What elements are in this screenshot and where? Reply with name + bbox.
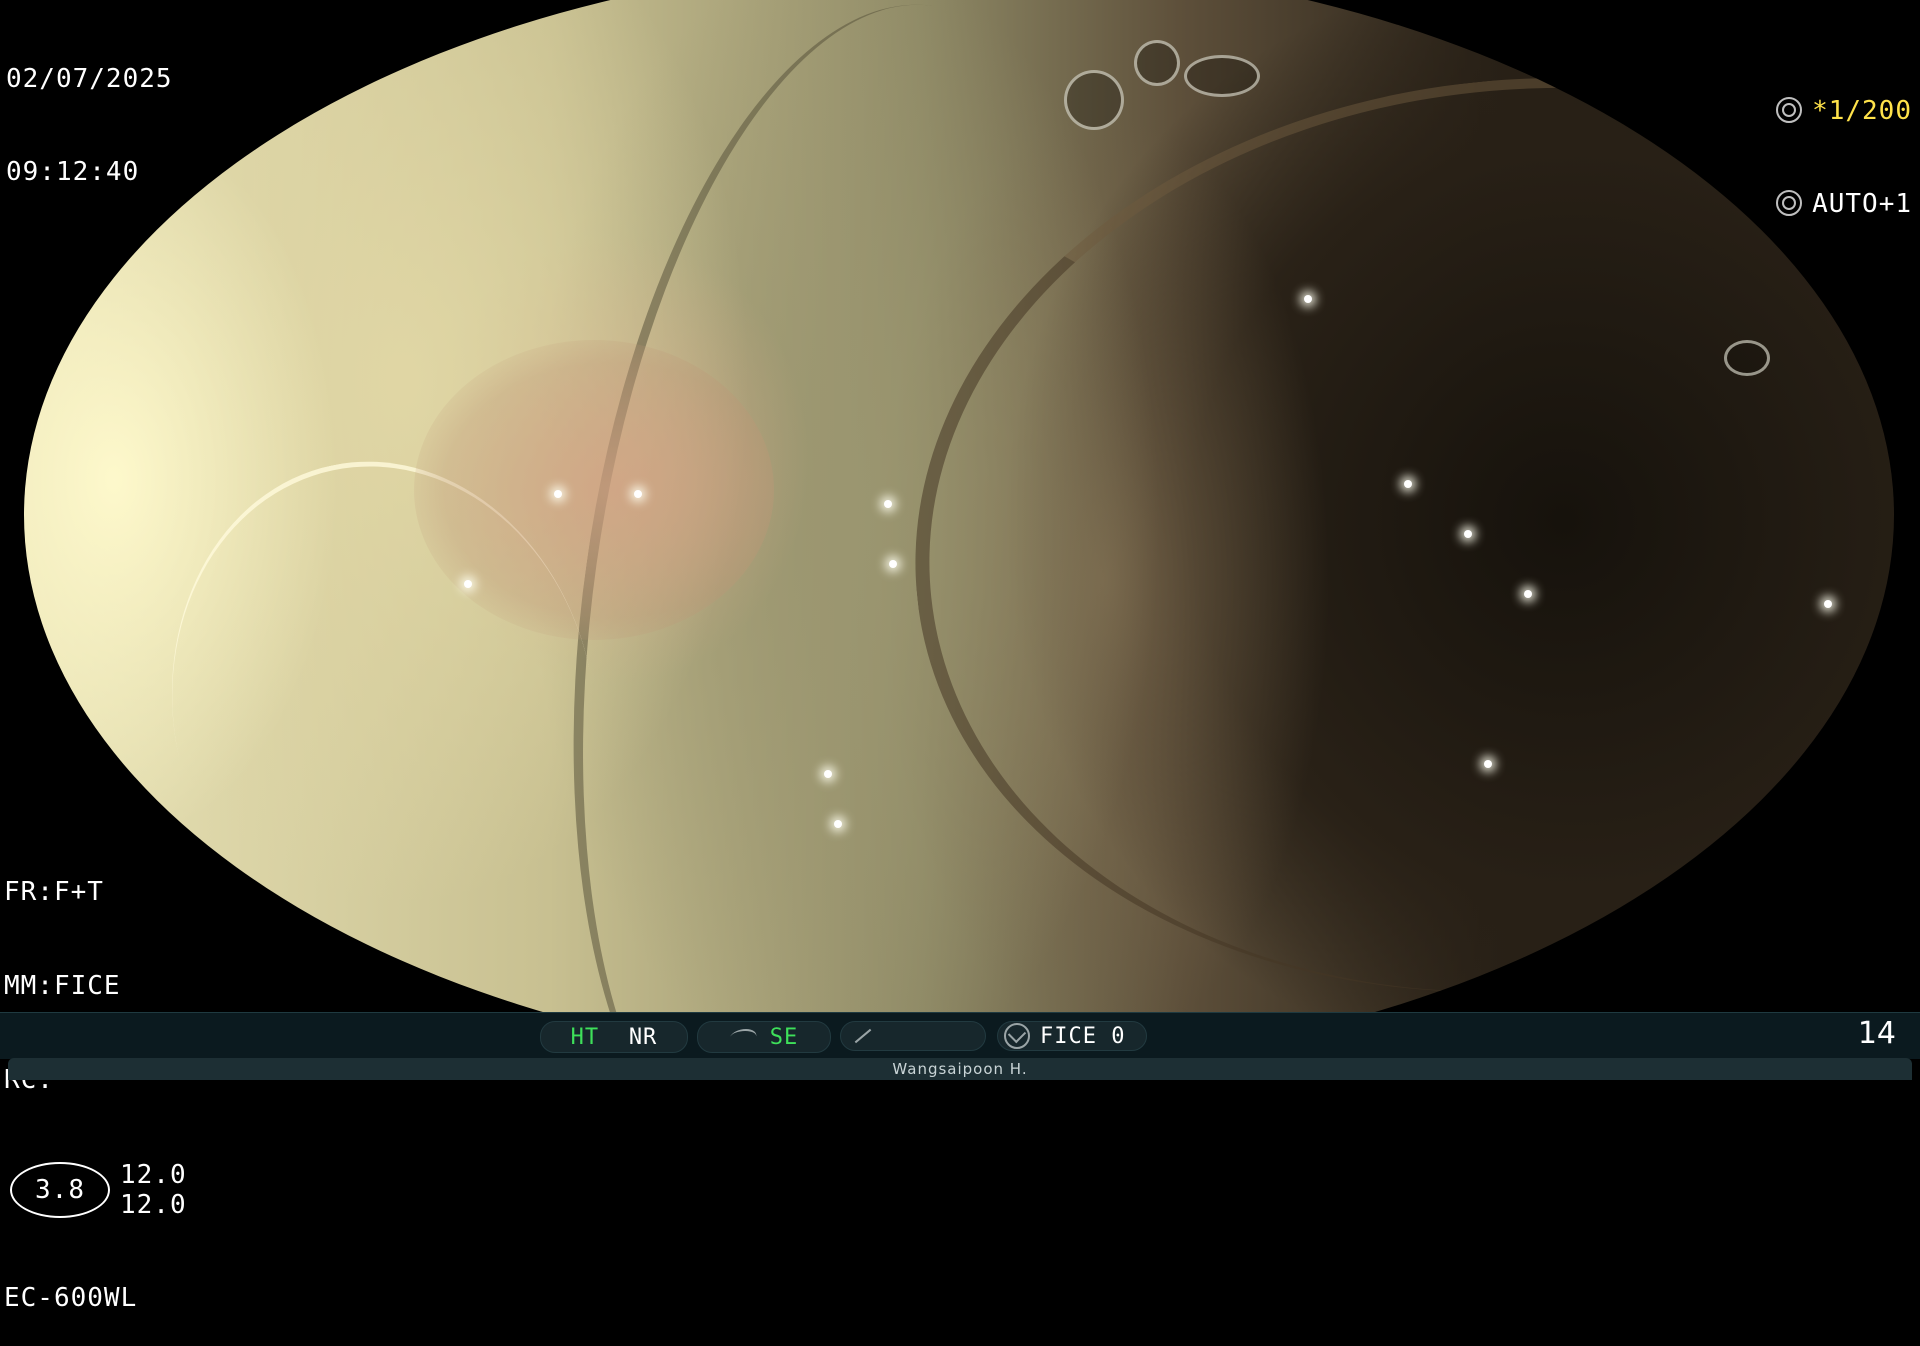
status-bar: HT NR SE FICE 0 (0, 1012, 1920, 1059)
light-reflection (834, 820, 842, 828)
fluid-bubble (1134, 40, 1180, 86)
fluid-bubble (1064, 70, 1124, 130)
mm-label: MM:FICE (4, 971, 121, 1001)
lesion-region (414, 340, 774, 640)
fr-label: FR:F+T (4, 877, 104, 907)
wave-icon (726, 1029, 759, 1045)
light-reflection (634, 490, 642, 498)
fluid-bubble (1184, 55, 1260, 97)
ratio-bottom-value: 12.0 (120, 1190, 187, 1220)
settings-overlay: FR:F+T MM:FICE RC: 3.8 12.0 12.0 EC-600W… (4, 815, 187, 1346)
light-reflection (554, 490, 562, 498)
ht-label: HT (570, 1024, 600, 1050)
se-label: SE (769, 1024, 799, 1050)
scope-model-label: EC-600WL (4, 1283, 138, 1313)
frame-count: 14 (1857, 1016, 1896, 1051)
shutter-row: *1/200 (1776, 96, 1912, 127)
fice-indicator: FICE 0 (997, 1021, 1147, 1051)
fice-icon (1004, 1023, 1030, 1049)
fluid-bubble (1724, 340, 1770, 376)
fice-label: FICE 0 (1040, 1023, 1126, 1049)
ratio-main-value: 3.8 (35, 1174, 85, 1205)
shutter-prefix: * (1812, 96, 1829, 126)
shutter-value: 1/200 (1828, 96, 1912, 126)
ratio-values: 12.0 12.0 (120, 1160, 187, 1220)
operator-name: Wangsaipoon H. (892, 1060, 1028, 1078)
light-reflection (1824, 600, 1832, 608)
light-reflection (1464, 530, 1472, 538)
light-reflection (1404, 480, 1412, 488)
exposure-value: AUTO+1 (1812, 189, 1912, 219)
slash-icon (854, 1028, 872, 1044)
light-reflection (1484, 760, 1492, 768)
mucosal-fold (869, 19, 1894, 1051)
structure-enhance-indicator: SE (697, 1021, 831, 1053)
light-reflection (464, 580, 472, 588)
exposure-overlay: *1/200 AUTO+1 (1776, 34, 1912, 251)
endoscope-view (24, 0, 1894, 1070)
nr-label: NR (628, 1024, 658, 1050)
exposure-row: AUTO+1 (1776, 189, 1912, 220)
iris-icon (1776, 190, 1803, 216)
light-reflection (824, 770, 832, 778)
light-reflection (884, 500, 892, 508)
ratio-top-value: 12.0 (120, 1160, 187, 1190)
datetime-overlay: 02/07/2025 09:12:40 (6, 2, 173, 219)
operator-name-bar: Wangsaipoon H. (8, 1058, 1912, 1080)
time-label: 09:12:40 (6, 157, 140, 187)
light-reflection (889, 560, 897, 568)
light-reflection (1524, 590, 1532, 598)
ratio-indicator: 3.8 12.0 12.0 (4, 1159, 187, 1221)
ratio-oval: 3.8 (10, 1162, 110, 1218)
shutter-icon (1776, 97, 1803, 123)
ht-nr-indicator: HT NR (540, 1021, 688, 1053)
color-enhance-indicator (840, 1021, 986, 1051)
light-reflection (1304, 295, 1312, 303)
date-label: 02/07/2025 (6, 64, 173, 94)
